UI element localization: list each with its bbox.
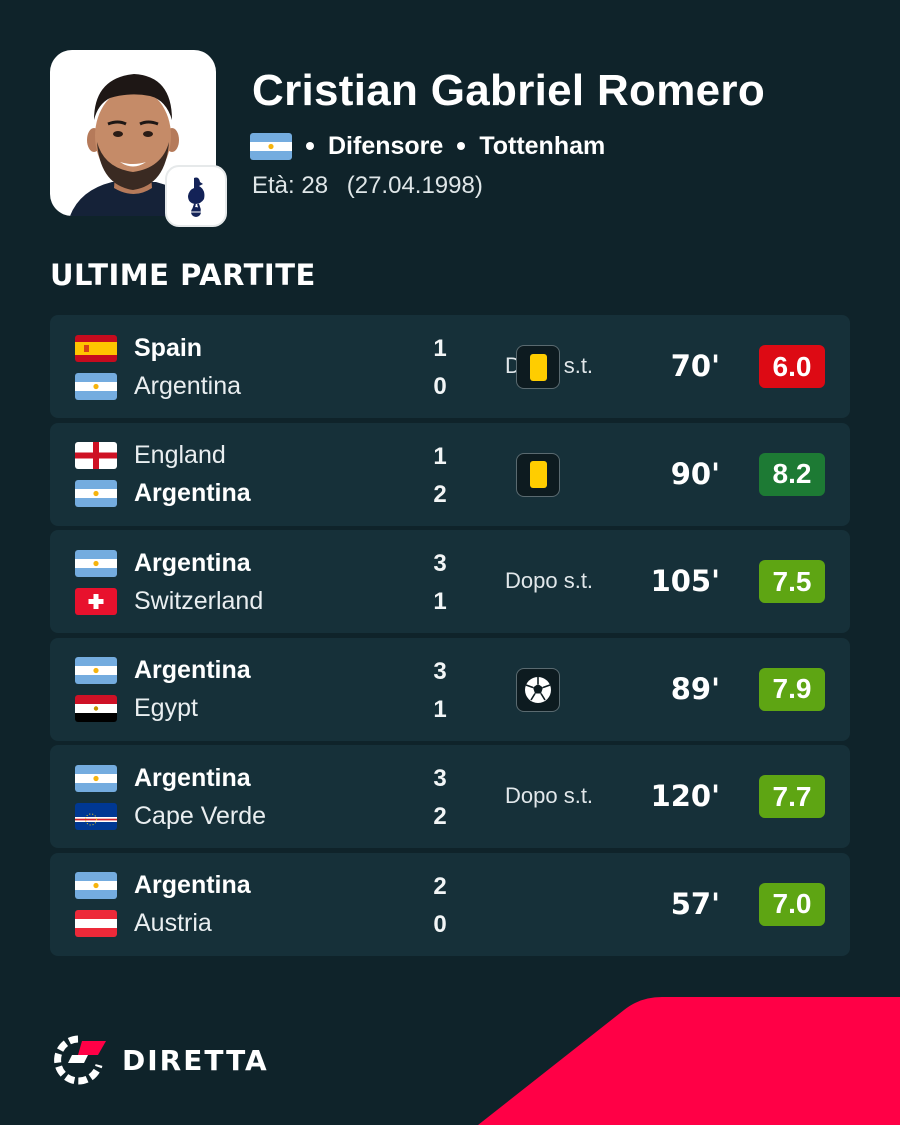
match-list: Spain Argentina 1 0 Dopo s.t. 70' 6.0 England A… xyxy=(50,315,850,960)
match-row[interactable]: Argentina Egypt 3 1 89' 7.9 xyxy=(50,637,850,741)
match-row[interactable]: Argentina Austria 2 0 57' 7.0 xyxy=(50,852,850,956)
player-name: Cristian Gabriel Romero xyxy=(252,66,766,115)
away-team: Cape Verde xyxy=(75,801,266,831)
minutes-played: 105' xyxy=(650,564,720,598)
away-team: Argentina xyxy=(75,479,251,509)
player-position: Difensore xyxy=(328,131,444,160)
argentina-flag-icon xyxy=(75,372,117,400)
away-team: Egypt xyxy=(75,694,198,724)
away-team-name: Switzerland xyxy=(134,586,264,615)
home-team: Argentina xyxy=(75,656,251,686)
minutes-played: 57' xyxy=(670,886,720,921)
home-team-name: England xyxy=(134,441,226,469)
match-row[interactable]: Argentina Switzerland 3 1 Dopo s.t. 105' 7.5 xyxy=(50,530,850,633)
match-row[interactable]: Argentina Cape Verde 3 2 Dopo s.t. 120' 7.7 xyxy=(50,745,850,848)
away-team-name: Austria xyxy=(134,909,212,937)
minutes-played: 89' xyxy=(670,671,720,706)
yellow-card-icon xyxy=(516,345,560,389)
austria-flag-icon xyxy=(75,910,117,937)
argentina-flag-icon xyxy=(75,872,117,899)
home-score: 3 xyxy=(433,550,447,577)
away-score: 1 xyxy=(433,695,447,723)
home-score: 1 xyxy=(433,335,447,362)
home-score: 3 xyxy=(433,765,447,792)
home-team-name: Argentina xyxy=(134,656,251,684)
argentina-flag-icon xyxy=(75,657,117,684)
home-team: Argentina xyxy=(75,548,251,578)
home-score: 1 xyxy=(433,442,447,470)
diretta-logo-icon xyxy=(54,1035,106,1085)
away-team: Argentina xyxy=(75,371,241,401)
home-score: 2 xyxy=(433,872,447,900)
away-score: 0 xyxy=(433,910,447,938)
tottenham-cockerel-icon xyxy=(188,177,205,217)
match-note: Dopo s.t. xyxy=(505,783,594,808)
argentina-flag-icon xyxy=(250,132,292,160)
argentina-flag-icon xyxy=(75,764,117,792)
home-team: Argentina xyxy=(75,871,251,901)
england-flag-icon xyxy=(75,442,117,469)
match-note: Dopo s.t. xyxy=(505,568,594,593)
club-badge xyxy=(165,165,227,227)
home-score: 3 xyxy=(433,657,447,685)
argentina-flag-icon xyxy=(75,480,117,507)
player-rating-badge: 8.2 xyxy=(759,452,825,496)
minutes-played: 90' xyxy=(670,456,720,491)
home-team-name: Argentina xyxy=(134,548,251,577)
player-rating-badge: 7.9 xyxy=(759,667,825,711)
player-rating-badge: 6.0 xyxy=(759,345,825,388)
home-team-name: Spain xyxy=(134,333,203,362)
away-team-name: Egypt xyxy=(134,694,198,722)
away-team: Switzerland xyxy=(75,586,263,616)
home-team-name: Argentina xyxy=(134,763,251,792)
home-team: Argentina xyxy=(75,763,251,793)
minutes-played: 70' xyxy=(670,349,720,383)
player-rating-badge: 7.5 xyxy=(759,560,825,603)
minutes-played: 120' xyxy=(650,779,720,813)
away-team-name: Argentina xyxy=(134,371,242,400)
home-team: Spain xyxy=(75,333,202,363)
age-label: Età: 28 xyxy=(252,172,329,199)
away-team-name: Argentina xyxy=(134,479,251,507)
away-team: Austria xyxy=(75,909,212,939)
argentina-flag-icon xyxy=(75,549,117,577)
home-team: England xyxy=(75,441,226,471)
player-club: Tottenham xyxy=(479,131,606,160)
diretta-logo: DIRETTA xyxy=(54,1035,269,1085)
cape-verde-flag-icon xyxy=(75,802,117,830)
away-score: 1 xyxy=(433,588,447,615)
match-row[interactable]: SpainArgentina10Dopo s.t.70'6.0 xyxy=(50,315,850,418)
switzerland-flag-icon xyxy=(75,587,117,615)
section-title: ULTIME PARTITE xyxy=(50,258,316,292)
brand-name: DIRETTA xyxy=(122,1043,269,1077)
player-rating-badge: 7.7 xyxy=(759,775,825,818)
away-score: 2 xyxy=(433,480,447,508)
goal-ball-icon xyxy=(516,667,560,712)
separator-dot xyxy=(306,142,314,150)
away-score: 0 xyxy=(433,373,447,400)
egypt-flag-icon xyxy=(75,695,117,722)
away-team-name: Cape Verde xyxy=(134,801,267,830)
yellow-card-icon xyxy=(516,452,560,497)
player-meta: Difensore Tottenham xyxy=(250,130,605,162)
separator-dot xyxy=(457,142,466,150)
spain-flag-icon xyxy=(75,334,117,362)
birth-date: (27.04.1998) xyxy=(346,172,483,199)
match-row[interactable]: England Argentina 1 2 90' 8.2 xyxy=(50,422,850,526)
player-rating-badge: 7.0 xyxy=(759,882,825,926)
home-team-name: Argentina xyxy=(134,871,251,899)
player-age: Età: 28 (27.04.1998) xyxy=(252,172,483,200)
away-score: 2 xyxy=(433,803,447,830)
